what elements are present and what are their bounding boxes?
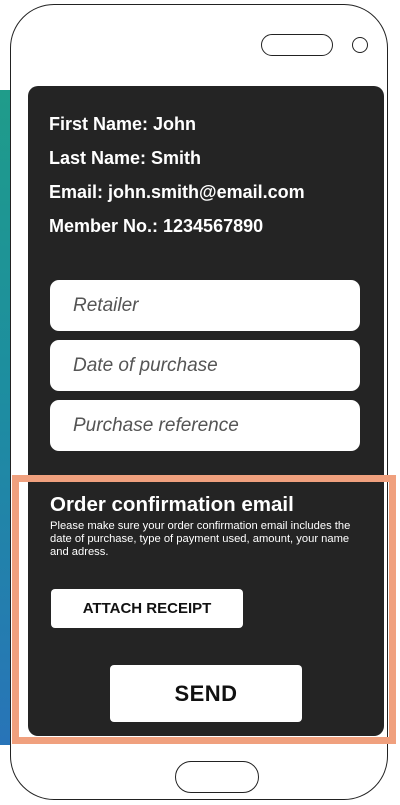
purchase-reference-input[interactable] [50, 400, 360, 451]
speaker-icon [261, 34, 333, 56]
last-name-text: Last Name: Smith [49, 148, 202, 168]
stage: First Name: John Last Name: Smith Email:… [0, 0, 400, 805]
retailer-input[interactable] [50, 280, 360, 331]
email-text: Email: john.smith@email.com [49, 182, 305, 202]
member-number-text: Member No.: 1234567890 [49, 216, 264, 236]
phone-screen: First Name: John Last Name: Smith Email:… [28, 86, 384, 736]
order-confirmation-title: Order confirmation email [50, 493, 294, 516]
send-button[interactable]: SEND [110, 665, 302, 722]
first-name-text: First Name: John [49, 114, 197, 134]
camera-icon [352, 37, 368, 53]
home-button[interactable] [175, 761, 259, 793]
order-confirmation-description: Please make sure your order confirmation… [50, 520, 351, 558]
attach-receipt-button[interactable]: ATTACH RECEIPT [51, 589, 243, 628]
user-info: First Name: John Last Name: Smith Email:… [49, 112, 305, 248]
date-of-purchase-input[interactable] [50, 340, 360, 391]
